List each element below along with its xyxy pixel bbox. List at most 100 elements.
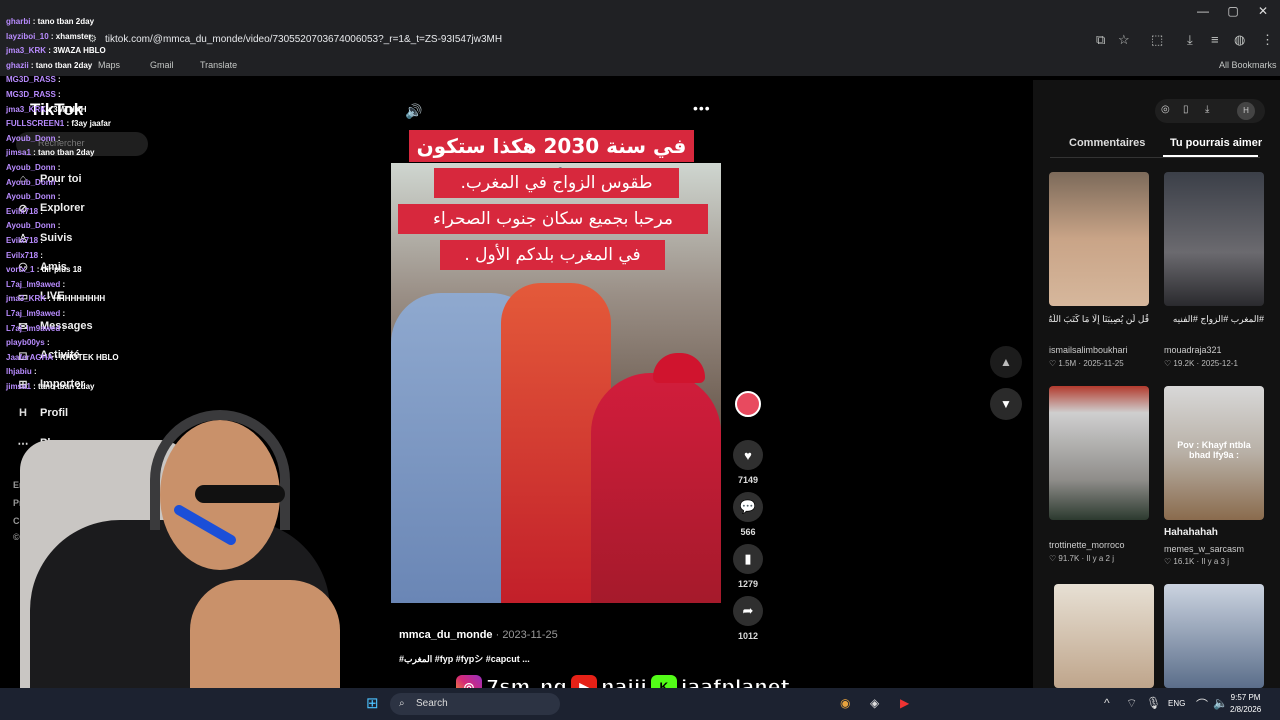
heart-icon: ♥: [733, 440, 763, 470]
active-tab-indicator: [1163, 155, 1258, 157]
windows-start-icon[interactable]: ⊞: [366, 694, 379, 712]
profile-icon[interactable]: ◍: [1234, 32, 1245, 48]
next-video-button[interactable]: ▼: [990, 388, 1022, 420]
chat-username: MG3D_RASS: [6, 75, 56, 85]
suggested-caption[interactable]: Hahahahah: [1164, 527, 1264, 538]
video-caption-line-4: في المغرب بلدكم الأول .: [440, 240, 665, 270]
chat-message: JaaferAGHA : KHOTEK HBLO: [6, 353, 119, 362]
suggested-stats: ♡ 16.1K · Il y a 3 j: [1164, 557, 1229, 566]
download-icon[interactable]: ⤓: [1187, 32, 1193, 48]
like-button[interactable]: ♥ 7149: [732, 440, 764, 485]
live-icon[interactable]: ◎: [1161, 104, 1170, 115]
network-icon[interactable]: ⌔: [1126, 696, 1137, 711]
chat-username: Ayoub_Donn: [6, 192, 56, 202]
clock[interactable]: 9:57 PM 2/8/2026: [1230, 692, 1261, 716]
youtube-app-icon[interactable]: ▶: [900, 696, 909, 710]
clock-time: 9:57 PM: [1230, 693, 1261, 702]
mic-icon[interactable]: 🎙: [1146, 696, 1161, 710]
language-indicator[interactable]: ENG: [1168, 699, 1185, 708]
suggested-video-thumb[interactable]: [1049, 386, 1149, 520]
volume-icon[interactable]: 🔊: [405, 103, 422, 120]
chat-username: jma3_KRK: [6, 46, 47, 56]
tab-search-icon[interactable]: ≡: [1211, 32, 1219, 47]
chat-message: playb00ys :: [6, 338, 50, 347]
bookmark-icon: ▮: [733, 544, 763, 574]
download-icon[interactable]: ⤓: [1205, 104, 1209, 115]
chat-username: playb00ys: [6, 338, 45, 348]
chat-message: Ayoub_Donn :: [6, 134, 60, 143]
tab-suggestions[interactable]: Tu pourrais aimer: [1170, 137, 1262, 149]
chat-username: Ayoub_Donn: [6, 177, 56, 187]
suggested-user[interactable]: memes_w_sarcasm: [1164, 544, 1244, 554]
video-tags[interactable]: #المغرب #fyp #fypシ #capcut ...: [399, 652, 530, 665]
suggested-user[interactable]: ismailsalimboukhari: [1049, 345, 1128, 355]
taskbar-search[interactable]: ⌕ Search: [390, 693, 560, 715]
install-icon[interactable]: ⧉: [1096, 32, 1105, 48]
suggested-video-thumb[interactable]: [1054, 584, 1154, 688]
suggested-stats: ♡ 19.2K · 2025-12-1: [1164, 359, 1238, 368]
chat-text: : tano tban 2day: [33, 148, 95, 158]
url-field[interactable]: tiktok.com/@mmca_du_monde/video/73055207…: [105, 34, 502, 45]
more-options-icon[interactable]: •••: [693, 100, 711, 116]
author-avatar[interactable]: [735, 391, 761, 417]
previous-video-button[interactable]: ▲: [990, 346, 1022, 378]
chat-text: :: [62, 279, 66, 289]
chat-username: jma3_KRK: [6, 104, 47, 114]
steam-icon[interactable]: ◈: [870, 696, 879, 710]
bookmark-star-icon[interactable]: ☆: [1118, 32, 1130, 48]
top-actions: ◎ ▯ ⤓ H: [1155, 99, 1265, 123]
suggested-video-thumb[interactable]: [1049, 172, 1149, 306]
chat-text: :: [46, 338, 50, 348]
chat-username: vortx_1: [6, 265, 35, 275]
tray-expand-icon[interactable]: ^: [1104, 696, 1110, 710]
device-icon[interactable]: ▯: [1183, 104, 1189, 115]
chat-username: MG3D_RASS: [6, 90, 56, 99]
suggested-video-thumb[interactable]: Pov : Khayf ntbla bhad lfy9a :: [1164, 386, 1264, 520]
sidebar-item-label: Explorer: [40, 202, 85, 214]
author-name[interactable]: mmca_du_monde: [399, 629, 493, 641]
sunglasses: [195, 485, 285, 503]
extensions-icon[interactable]: ⬚: [1151, 32, 1163, 48]
volume-icon[interactable]: 🔈: [1213, 696, 1228, 710]
chrome-icon[interactable]: ◉: [840, 696, 850, 710]
bookmark-gmail[interactable]: Gmail: [150, 60, 174, 70]
all-bookmarks[interactable]: All Bookmarks: [1219, 60, 1277, 70]
wifi-icon[interactable]: ⌒: [1196, 696, 1208, 713]
chat-text: : tano tban 2day: [30, 60, 93, 70]
suggested-caption[interactable]: قُل لَّن يُصِيبَنَا إِلَّا مَا كَتَبَ ال…: [1049, 314, 1149, 325]
chat-username: Evilx718: [6, 236, 39, 245]
chat-text: : f3ay jaafar: [66, 119, 111, 129]
minimize-icon[interactable]: —: [1188, 4, 1218, 18]
suggested-video-thumb[interactable]: [1164, 172, 1264, 306]
chat-message: jma3_KRK : HHHHHHHHH: [6, 294, 105, 303]
video-author[interactable]: mmca_du_monde · 2023-11-25: [399, 629, 558, 641]
menu-icon[interactable]: ⋮: [1261, 32, 1274, 48]
suggested-caption[interactable]: #المغرب #الزواج #الفنيه: [1164, 314, 1264, 325]
chat-message: MG3D_RASS :: [6, 75, 61, 84]
chat-username: Ayoub_Donn: [6, 163, 56, 172]
chat-text: :: [40, 206, 43, 216]
user-avatar[interactable]: H: [1237, 102, 1255, 120]
maximize-icon[interactable]: ▢: [1218, 4, 1248, 18]
bookmarks-bar: Maps Gmail Translate All Bookmarks: [0, 56, 1280, 76]
comment-count: 566: [740, 527, 756, 537]
suggested-user[interactable]: mouadraja321: [1164, 345, 1222, 355]
chat-message: Evilx718 :: [6, 207, 43, 216]
tab-comments[interactable]: Commentaires: [1069, 137, 1145, 149]
bookmark-translate[interactable]: Translate: [200, 60, 237, 70]
close-icon[interactable]: ✕: [1248, 4, 1278, 18]
suggested-video-thumb[interactable]: [1164, 584, 1264, 688]
suggested-user[interactable]: trottinette_morroco: [1049, 540, 1125, 550]
bookmark-maps[interactable]: Maps: [98, 60, 120, 70]
chat-username: gharbi: [6, 17, 31, 26]
share-count: 1012: [737, 631, 759, 641]
chat-username: Evilx718: [6, 250, 39, 260]
save-button[interactable]: ▮ 1279: [732, 544, 764, 589]
taskbar-search-label: Search: [416, 698, 448, 709]
suggested-stats: ♡ 1.5M · 2025-11-25: [1049, 359, 1124, 368]
headset-icon: [150, 410, 290, 530]
comment-button[interactable]: 💬 566: [732, 492, 764, 537]
like-count: 7149: [737, 475, 759, 485]
share-button[interactable]: ➦ 1012: [732, 596, 764, 641]
chat-username: jimsa1: [6, 148, 31, 158]
